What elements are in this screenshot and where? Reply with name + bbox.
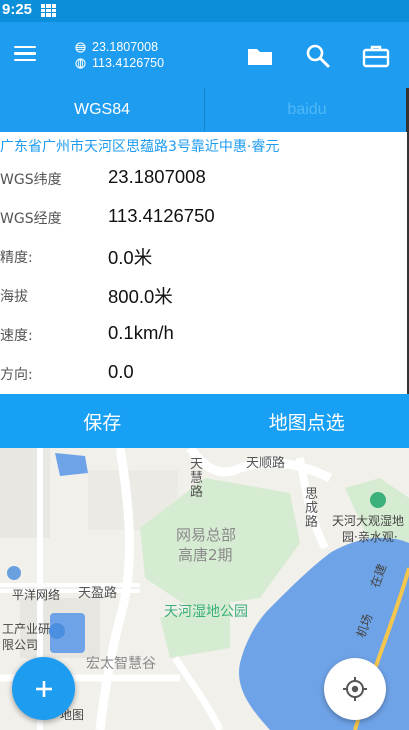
field-wgs-latitude: WGS纬度 23.1807008: [0, 160, 409, 199]
save-button[interactable]: 保存: [0, 394, 205, 448]
map-label-tianying-road: 天盈路: [78, 586, 118, 601]
field-label: 速度:: [0, 328, 33, 344]
field-value: 800.0米: [108, 286, 173, 307]
status-bar: 9:25: [0, 0, 409, 22]
field-altitude: 海拔 800.0米: [0, 277, 409, 316]
field-label: WGS经度: [0, 211, 62, 227]
coordinate-readout: 23.1807008 113.4126750: [75, 39, 164, 71]
plus-icon: [35, 680, 52, 697]
latitude-value: 23.1807008: [92, 40, 159, 54]
field-wgs-longitude: WGS经度 113.4126750: [0, 199, 409, 238]
field-value: 113.4126750: [108, 205, 215, 226]
map-label-netease-phase2: 高唐2期: [178, 546, 233, 564]
map-label-tianhui-road: 天慧路: [190, 457, 204, 500]
toolbox-icon[interactable]: [360, 40, 392, 72]
map-label-sicheng-road: 思成路: [305, 487, 319, 530]
add-button[interactable]: [12, 657, 75, 720]
longitude-value: 113.4126750: [92, 56, 165, 70]
pick-on-map-button[interactable]: 地图点选: [205, 394, 409, 448]
my-location-button[interactable]: [324, 658, 386, 720]
field-value: 0.0: [108, 361, 134, 382]
menu-icon[interactable]: [10, 42, 40, 68]
field-speed: 速度: 0.1km/h: [0, 316, 409, 355]
field-label: 精度:: [0, 250, 33, 266]
field-value: 0.1km/h: [108, 322, 174, 343]
map-label-hongtai: 宏太智慧谷: [86, 656, 156, 672]
coordinate-tabs: WGS84 baidu: [0, 88, 409, 132]
map-label-tianhe-daguan-1: 天河大观湿地: [332, 514, 405, 528]
field-value: 23.1807008: [108, 166, 206, 187]
field-label: 方向:: [0, 367, 33, 383]
tab-baidu[interactable]: baidu: [204, 88, 409, 132]
field-label: WGS纬度: [0, 172, 62, 188]
map-label-tianhe-daguan-2: 园·亲水观·: [342, 530, 398, 544]
map-label-tianshun-road: 天顺路: [246, 456, 286, 471]
map-label-industry-2: 限公司: [2, 638, 39, 652]
map-label-industry-1: 工产业研: [2, 622, 51, 636]
field-accuracy: 精度: 0.0米: [0, 238, 409, 277]
map-label-pacific-net: 平洋网络: [12, 588, 61, 602]
address-text: 广东省广州市天河区思蕴路3号靠近中惠·睿元: [0, 139, 280, 155]
location-target-icon: [343, 677, 367, 701]
status-time: 9:25: [2, 1, 33, 18]
folder-icon[interactable]: [244, 40, 276, 72]
field-direction: 方向: 0.0: [0, 355, 409, 394]
notification-grid-icon: [41, 4, 56, 17]
field-value: 0.0米: [108, 247, 153, 268]
action-bar: 保存 地图点选: [0, 394, 409, 448]
tab-wgs84[interactable]: WGS84: [0, 88, 204, 132]
map-label-wetland-park: 天河湿地公园: [164, 604, 248, 620]
map-label-netease-hq: 网易总部: [176, 526, 237, 544]
field-label: 海拔: [0, 289, 28, 305]
app-bar: 23.1807008 113.4126750: [0, 22, 409, 88]
location-info-panel: 广东省广州市天河区思蕴路3号靠近中惠·睿元 WGS纬度 23.1807008 W…: [0, 132, 409, 394]
latitude-icon: [75, 41, 86, 53]
longitude-icon: [75, 57, 86, 69]
search-icon[interactable]: [302, 40, 334, 72]
